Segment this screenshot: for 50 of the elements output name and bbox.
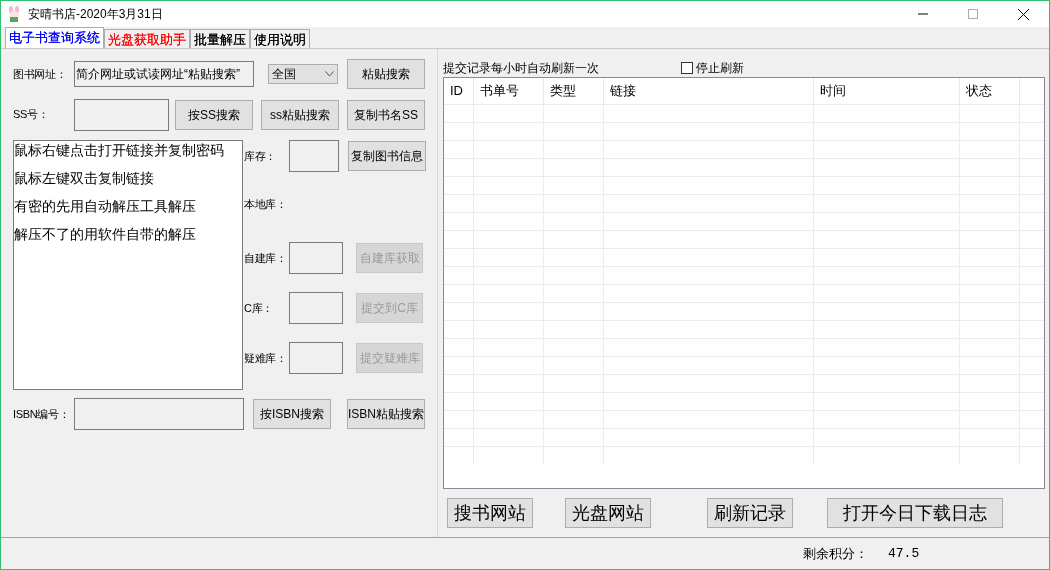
field-label: C库：: [244, 300, 275, 316]
close-icon[interactable]: [1018, 8, 1029, 20]
input-field[interactable]: [289, 242, 343, 274]
button[interactable]: 搜书网站: [447, 498, 533, 528]
field-label: 疑难库：: [244, 350, 288, 366]
stop-refresh-checkbox[interactable]: 停止刷新: [681, 59, 744, 77]
list-item[interactable]: 鼠标左键双击复制链接: [14, 169, 242, 188]
list-item[interactable]: 鼠标右键点击打开链接并复制密码: [14, 141, 242, 160]
column-header[interactable]: 书单号: [474, 78, 544, 104]
tab[interactable]: 光盘获取助手: [104, 29, 190, 48]
button[interactable]: 复制图书信息: [348, 141, 426, 171]
field-label: 本地库：: [244, 196, 287, 212]
group-title: 提交记录每小时自动刷新一次: [443, 60, 599, 77]
input-field[interactable]: [289, 292, 343, 324]
column-header[interactable]: 状态: [960, 78, 1020, 104]
url-field[interactable]: 简介网址或试读网址“粘贴搜索”: [74, 61, 254, 87]
input-field[interactable]: [289, 140, 339, 172]
button[interactable]: ISBN粘贴搜索: [347, 399, 425, 429]
field-label: SS号：: [13, 107, 50, 123]
region-dropdown[interactable]: 全国: [268, 64, 338, 84]
list-item[interactable]: 有密的先用自动解压工具解压: [14, 197, 242, 216]
status-label: 剩余积分：: [803, 544, 868, 563]
column-header[interactable]: 时间: [814, 78, 960, 104]
maximize-icon[interactable]: [968, 9, 978, 19]
field-label: ISBN编号：: [13, 406, 71, 422]
tab[interactable]: 使用说明: [250, 29, 310, 48]
input-field[interactable]: [74, 398, 244, 430]
button[interactable]: 打开今日下载日志: [827, 498, 1003, 528]
button[interactable]: 复制书名SS: [347, 99, 425, 130]
input-field[interactable]: [74, 98, 169, 131]
button[interactable]: 按ISBN搜索: [253, 399, 331, 429]
tab[interactable]: 电子书查询系统: [5, 27, 104, 48]
chevron-down-icon: [325, 71, 334, 77]
button[interactable]: 刷新记录: [707, 498, 793, 528]
button[interactable]: 按SS搜索: [175, 99, 253, 130]
button[interactable]: ss粘贴搜索: [261, 99, 339, 130]
column-header[interactable]: 链接: [604, 78, 814, 104]
list-item[interactable]: 解压不了的用软件自带的解压: [14, 225, 242, 244]
column-header[interactable]: ID: [444, 78, 474, 104]
button[interactable]: 光盘网站: [565, 498, 651, 528]
status-value: 47.5: [888, 544, 920, 563]
column-header[interactable]: 类型: [544, 78, 604, 104]
button[interactable]: 粘贴搜索: [347, 59, 425, 89]
field-label: 自建库：: [244, 250, 288, 266]
window-title: 安晴书店-2020年3月31日: [28, 6, 163, 23]
input-field[interactable]: [289, 342, 343, 374]
field-label: 库存：: [244, 148, 278, 164]
tab[interactable]: 批量解压: [190, 29, 250, 48]
bunny-logo-icon: [6, 6, 22, 22]
field-label: 图书网址：: [13, 66, 68, 82]
